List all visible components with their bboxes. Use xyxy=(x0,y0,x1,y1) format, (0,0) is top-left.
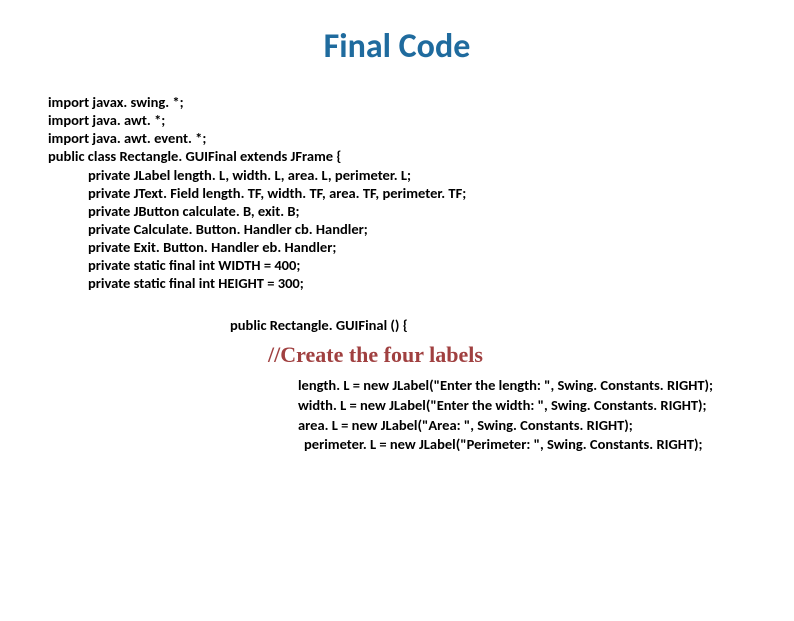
code-line-field-labels: private JLabel length. L, width. L, area… xyxy=(48,166,794,184)
slide-title: Final Code xyxy=(0,26,794,67)
code-line-field-ebhandler: private Exit. Button. Handler eb. Handle… xyxy=(48,238,794,256)
code-line-import2: import java. awt. *; xyxy=(48,111,794,129)
code-block: import javax. swing. *; import java. awt… xyxy=(48,93,794,292)
constructor-line: public Rectangle. GUIFinal () { xyxy=(230,316,794,334)
code-line-field-textfields: private JText. Field length. TF, width. … xyxy=(48,184,794,202)
section-comment: //Create the four labels xyxy=(268,342,794,368)
code-line-field-cbhandler: private Calculate. Button. Handler cb. H… xyxy=(48,220,794,238)
code-line-class-decl: public class Rectangle. GUIFinal extends… xyxy=(48,147,794,165)
code-line-import1: import javax. swing. *; xyxy=(48,93,794,111)
label-line-area: area. L = new JLabel("Area: ", Swing. Co… xyxy=(298,416,794,436)
label-line-width: width. L = new JLabel("Enter the width: … xyxy=(298,396,794,416)
code-line-width-const: private static final int WIDTH = 400; xyxy=(48,256,794,274)
code-line-height-const: private static final int HEIGHT = 300; xyxy=(48,274,794,292)
label-line-length: length. L = new JLabel("Enter the length… xyxy=(298,376,794,396)
code-line-field-buttons: private JButton calculate. B, exit. B; xyxy=(48,202,794,220)
code-line-import3: import java. awt. event. *; xyxy=(48,129,794,147)
label-creation-block: length. L = new JLabel("Enter the length… xyxy=(298,376,794,454)
label-line-perimeter: perimeter. L = new JLabel("Perimeter: ",… xyxy=(298,435,794,455)
